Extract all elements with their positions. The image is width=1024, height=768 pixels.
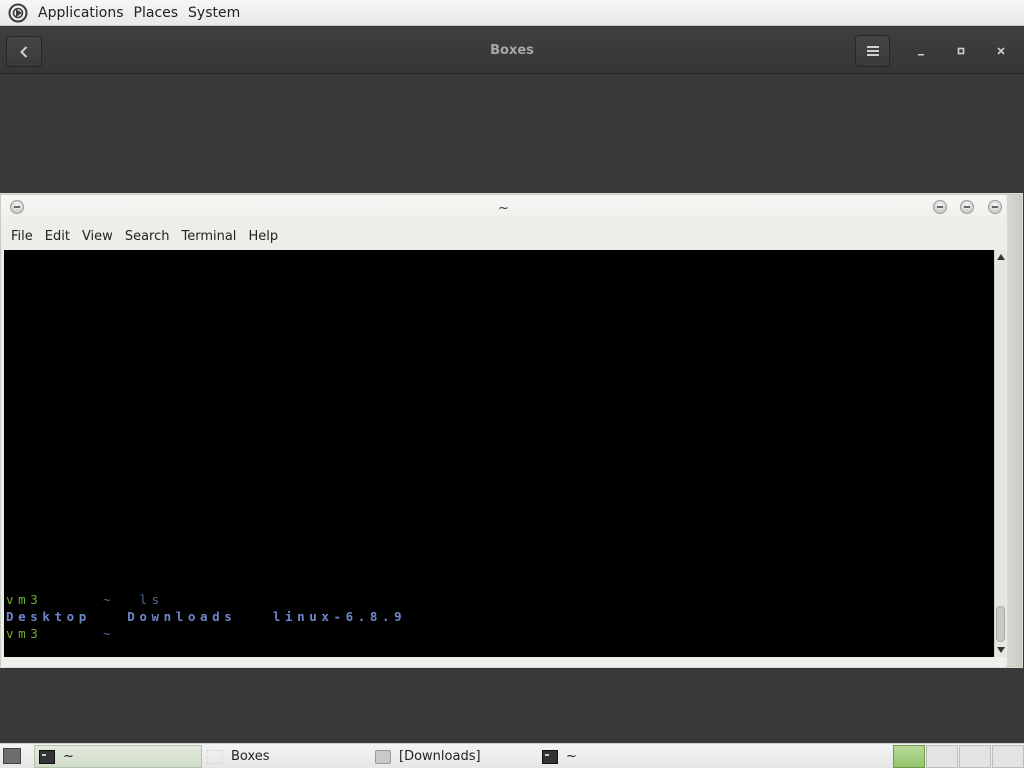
taskbar-item-downloads[interactable]: [Downloads] [371, 745, 536, 768]
taskbar-item-label: ~ [63, 749, 74, 764]
terminal-titlebar[interactable]: ~ [1, 195, 1006, 223]
scroll-down-arrow-icon[interactable] [997, 647, 1005, 653]
taskbar-item-label: Boxes [231, 749, 270, 764]
taskbar-item-terminal[interactable]: ~ [34, 745, 202, 768]
terminal-scrollbar[interactable] [994, 250, 1006, 657]
terminal-maximize-button[interactable] [960, 200, 974, 214]
minimize-icon [918, 54, 924, 56]
taskbar-item-label: [Downloads] [399, 749, 481, 764]
taskbar-item-terminal-2[interactable]: ~ [538, 745, 703, 768]
minimize-button[interactable] [908, 39, 934, 63]
top-panel: Applications Places System [0, 0, 1024, 26]
close-icon [997, 47, 1005, 55]
terminal-screen[interactable]: vm3 ~ ls Desktop Downloads linux-6.8.9 v… [4, 250, 994, 657]
chevron-left-icon [20, 45, 28, 58]
terminal-menu-search[interactable]: Search [119, 229, 176, 244]
workspace-3[interactable] [959, 745, 991, 768]
terminal-line: Desktop Downloads linux-6.8.9 [6, 609, 406, 624]
menu-system[interactable]: System [183, 0, 245, 26]
terminal-close-button[interactable] [988, 200, 1002, 214]
boxes-headerbar: Boxes [0, 27, 1024, 74]
background-window-edge [1007, 195, 1022, 666]
boxes-window: Boxes ~ File Edit View Search Terminal H… [0, 27, 1024, 743]
prompt-host: vm3 [6, 592, 43, 607]
folder-icon [375, 749, 391, 764]
prompt-host: vm3 [6, 626, 43, 641]
terminal-menu-edit[interactable]: Edit [39, 229, 76, 244]
hamburger-icon [866, 46, 879, 56]
terminal-line: vm3 ~ [6, 626, 115, 641]
ls-entry: linux-6.8.9 [272, 609, 407, 624]
terminal-bottom-border [1, 657, 1006, 667]
terminal-menu-terminal[interactable]: Terminal [175, 229, 242, 244]
hamburger-menu-button[interactable] [855, 35, 890, 67]
maximize-icon [957, 47, 965, 55]
scrollbar-thumb[interactable] [996, 606, 1005, 642]
scroll-up-arrow-icon[interactable] [997, 254, 1005, 260]
close-button[interactable] [988, 39, 1014, 63]
menu-applications[interactable]: Applications [33, 0, 129, 26]
workspace-1[interactable] [893, 745, 925, 768]
workspace-4[interactable] [992, 745, 1024, 768]
ls-entry: Downloads [127, 609, 237, 624]
distro-logo-icon[interactable] [7, 2, 29, 24]
terminal-menu-file[interactable]: File [5, 229, 39, 244]
taskbar-item-label: ~ [566, 749, 577, 764]
terminal-menu-help[interactable]: Help [242, 229, 284, 244]
terminal-icon [542, 749, 558, 764]
prompt-path: ~ [103, 626, 116, 641]
terminal-title: ~ [498, 201, 509, 216]
prompt-path: ~ [103, 592, 116, 607]
terminal-menubar: File Edit View Search Terminal Help [1, 223, 1006, 250]
guest-terminal-window[interactable]: ~ File Edit View Search Terminal Help vm… [0, 194, 1022, 667]
terminal-menu-view[interactable]: View [76, 229, 119, 244]
terminal-minimize-button[interactable] [933, 200, 947, 214]
maximize-button[interactable] [948, 39, 974, 63]
show-desktop-icon[interactable] [3, 748, 21, 764]
ls-entry: Desktop [6, 609, 91, 624]
workspace-2[interactable] [926, 745, 958, 768]
boxes-icon [207, 749, 223, 764]
terminal-line: vm3 ~ ls [6, 592, 164, 607]
taskbar-item-boxes[interactable]: Boxes [203, 745, 368, 768]
back-button[interactable] [6, 36, 42, 67]
terminal-command: ls [139, 592, 164, 607]
bottom-panel: ~ Boxes [Downloads] ~ [0, 743, 1024, 768]
terminal-icon [39, 749, 55, 764]
menu-places[interactable]: Places [129, 0, 184, 26]
vm-display[interactable]: ~ File Edit View Search Terminal Help vm… [0, 74, 1024, 743]
